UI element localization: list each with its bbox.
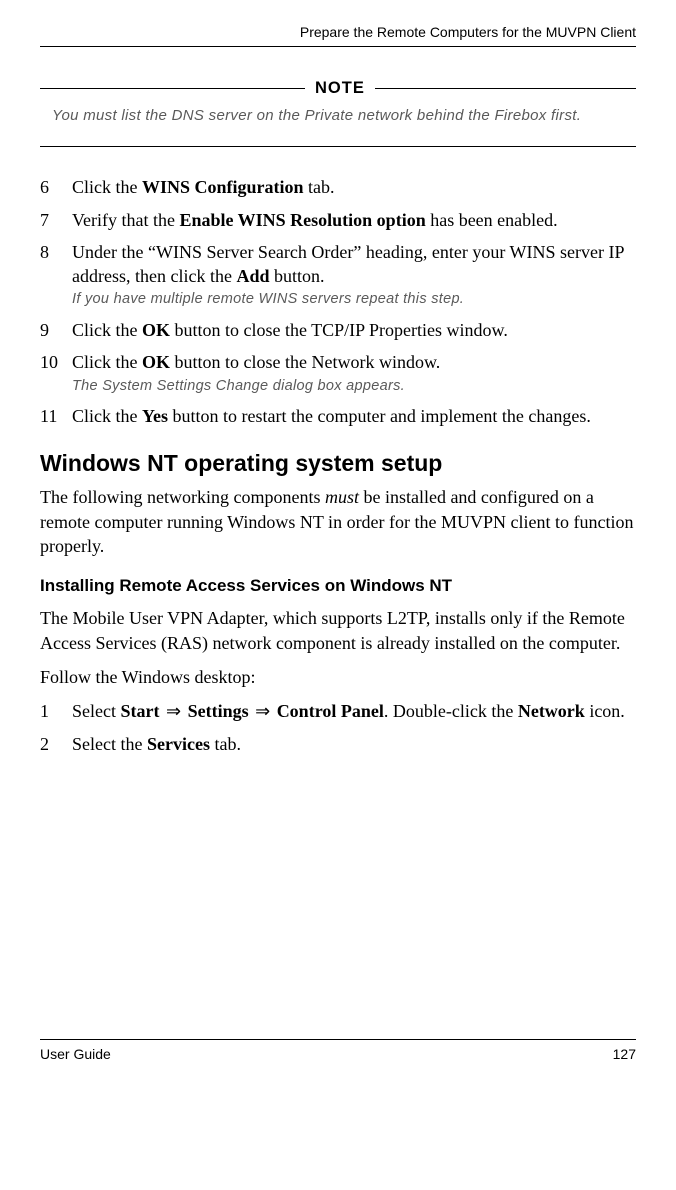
section-heading: Windows NT operating system setup bbox=[40, 450, 636, 477]
step-text: Select the Services tab. bbox=[72, 732, 636, 756]
step-item: 7 Verify that the Enable WINS Resolution… bbox=[40, 208, 636, 232]
step-number: 11 bbox=[40, 404, 72, 428]
step-subtext: If you have multiple remote WINS servers… bbox=[72, 290, 636, 310]
step-number: 6 bbox=[40, 175, 72, 199]
step-subtext: The System Settings Change dialog box ap… bbox=[72, 377, 636, 397]
step-number: 1 bbox=[40, 699, 72, 723]
footer-left: User Guide bbox=[40, 1046, 111, 1062]
step-number: 2 bbox=[40, 732, 72, 756]
step-text: Click the OK button to close the Network… bbox=[72, 350, 636, 396]
step-list-b: 1 Select Start ⇒ Settings ⇒ Control Pane… bbox=[40, 699, 636, 756]
page-footer: User Guide 127 bbox=[40, 1039, 636, 1062]
note-body: You must list the DNS server on the Priv… bbox=[40, 106, 636, 142]
step-item: 6 Click the WINS Configuration tab. bbox=[40, 175, 636, 199]
footer-page-number: 127 bbox=[613, 1046, 636, 1062]
section-paragraph: The following networking components must… bbox=[40, 485, 636, 558]
subsection-paragraph: Follow the Windows desktop: bbox=[40, 665, 636, 689]
subsection-heading: Installing Remote Access Services on Win… bbox=[40, 576, 636, 596]
step-item: 10 Click the OK button to close the Netw… bbox=[40, 350, 636, 396]
note-label: NOTE bbox=[305, 79, 375, 98]
note-block: NOTE You must list the DNS server on the… bbox=[40, 79, 636, 147]
step-item: 11 Click the Yes button to restart the c… bbox=[40, 404, 636, 428]
note-rule-right bbox=[375, 88, 636, 89]
page-header: Prepare the Remote Computers for the MUV… bbox=[40, 24, 636, 47]
step-item: 9 Click the OK button to close the TCP/I… bbox=[40, 318, 636, 342]
header-title: Prepare the Remote Computers for the MUV… bbox=[300, 24, 636, 40]
step-number: 9 bbox=[40, 318, 72, 342]
note-rule-left bbox=[40, 88, 305, 89]
step-list-a: 6 Click the WINS Configuration tab. 7 Ve… bbox=[40, 175, 636, 428]
step-text: Click the OK button to close the TCP/IP … bbox=[72, 318, 636, 342]
step-number: 7 bbox=[40, 208, 72, 232]
step-number: 8 bbox=[40, 240, 72, 310]
step-number: 10 bbox=[40, 350, 72, 396]
step-text: Select Start ⇒ Settings ⇒ Control Panel.… bbox=[72, 699, 636, 723]
step-item: 2 Select the Services tab. bbox=[40, 732, 636, 756]
step-text: Under the “WINS Server Search Order” hea… bbox=[72, 240, 636, 310]
step-text: Click the Yes button to restart the comp… bbox=[72, 404, 636, 428]
note-rule-bottom bbox=[40, 146, 636, 147]
step-text: Verify that the Enable WINS Resolution o… bbox=[72, 208, 636, 232]
step-item: 1 Select Start ⇒ Settings ⇒ Control Pane… bbox=[40, 699, 636, 723]
step-item: 8 Under the “WINS Server Search Order” h… bbox=[40, 240, 636, 310]
subsection-paragraph: The Mobile User VPN Adapter, which suppo… bbox=[40, 606, 636, 655]
step-text: Click the WINS Configuration tab. bbox=[72, 175, 636, 199]
